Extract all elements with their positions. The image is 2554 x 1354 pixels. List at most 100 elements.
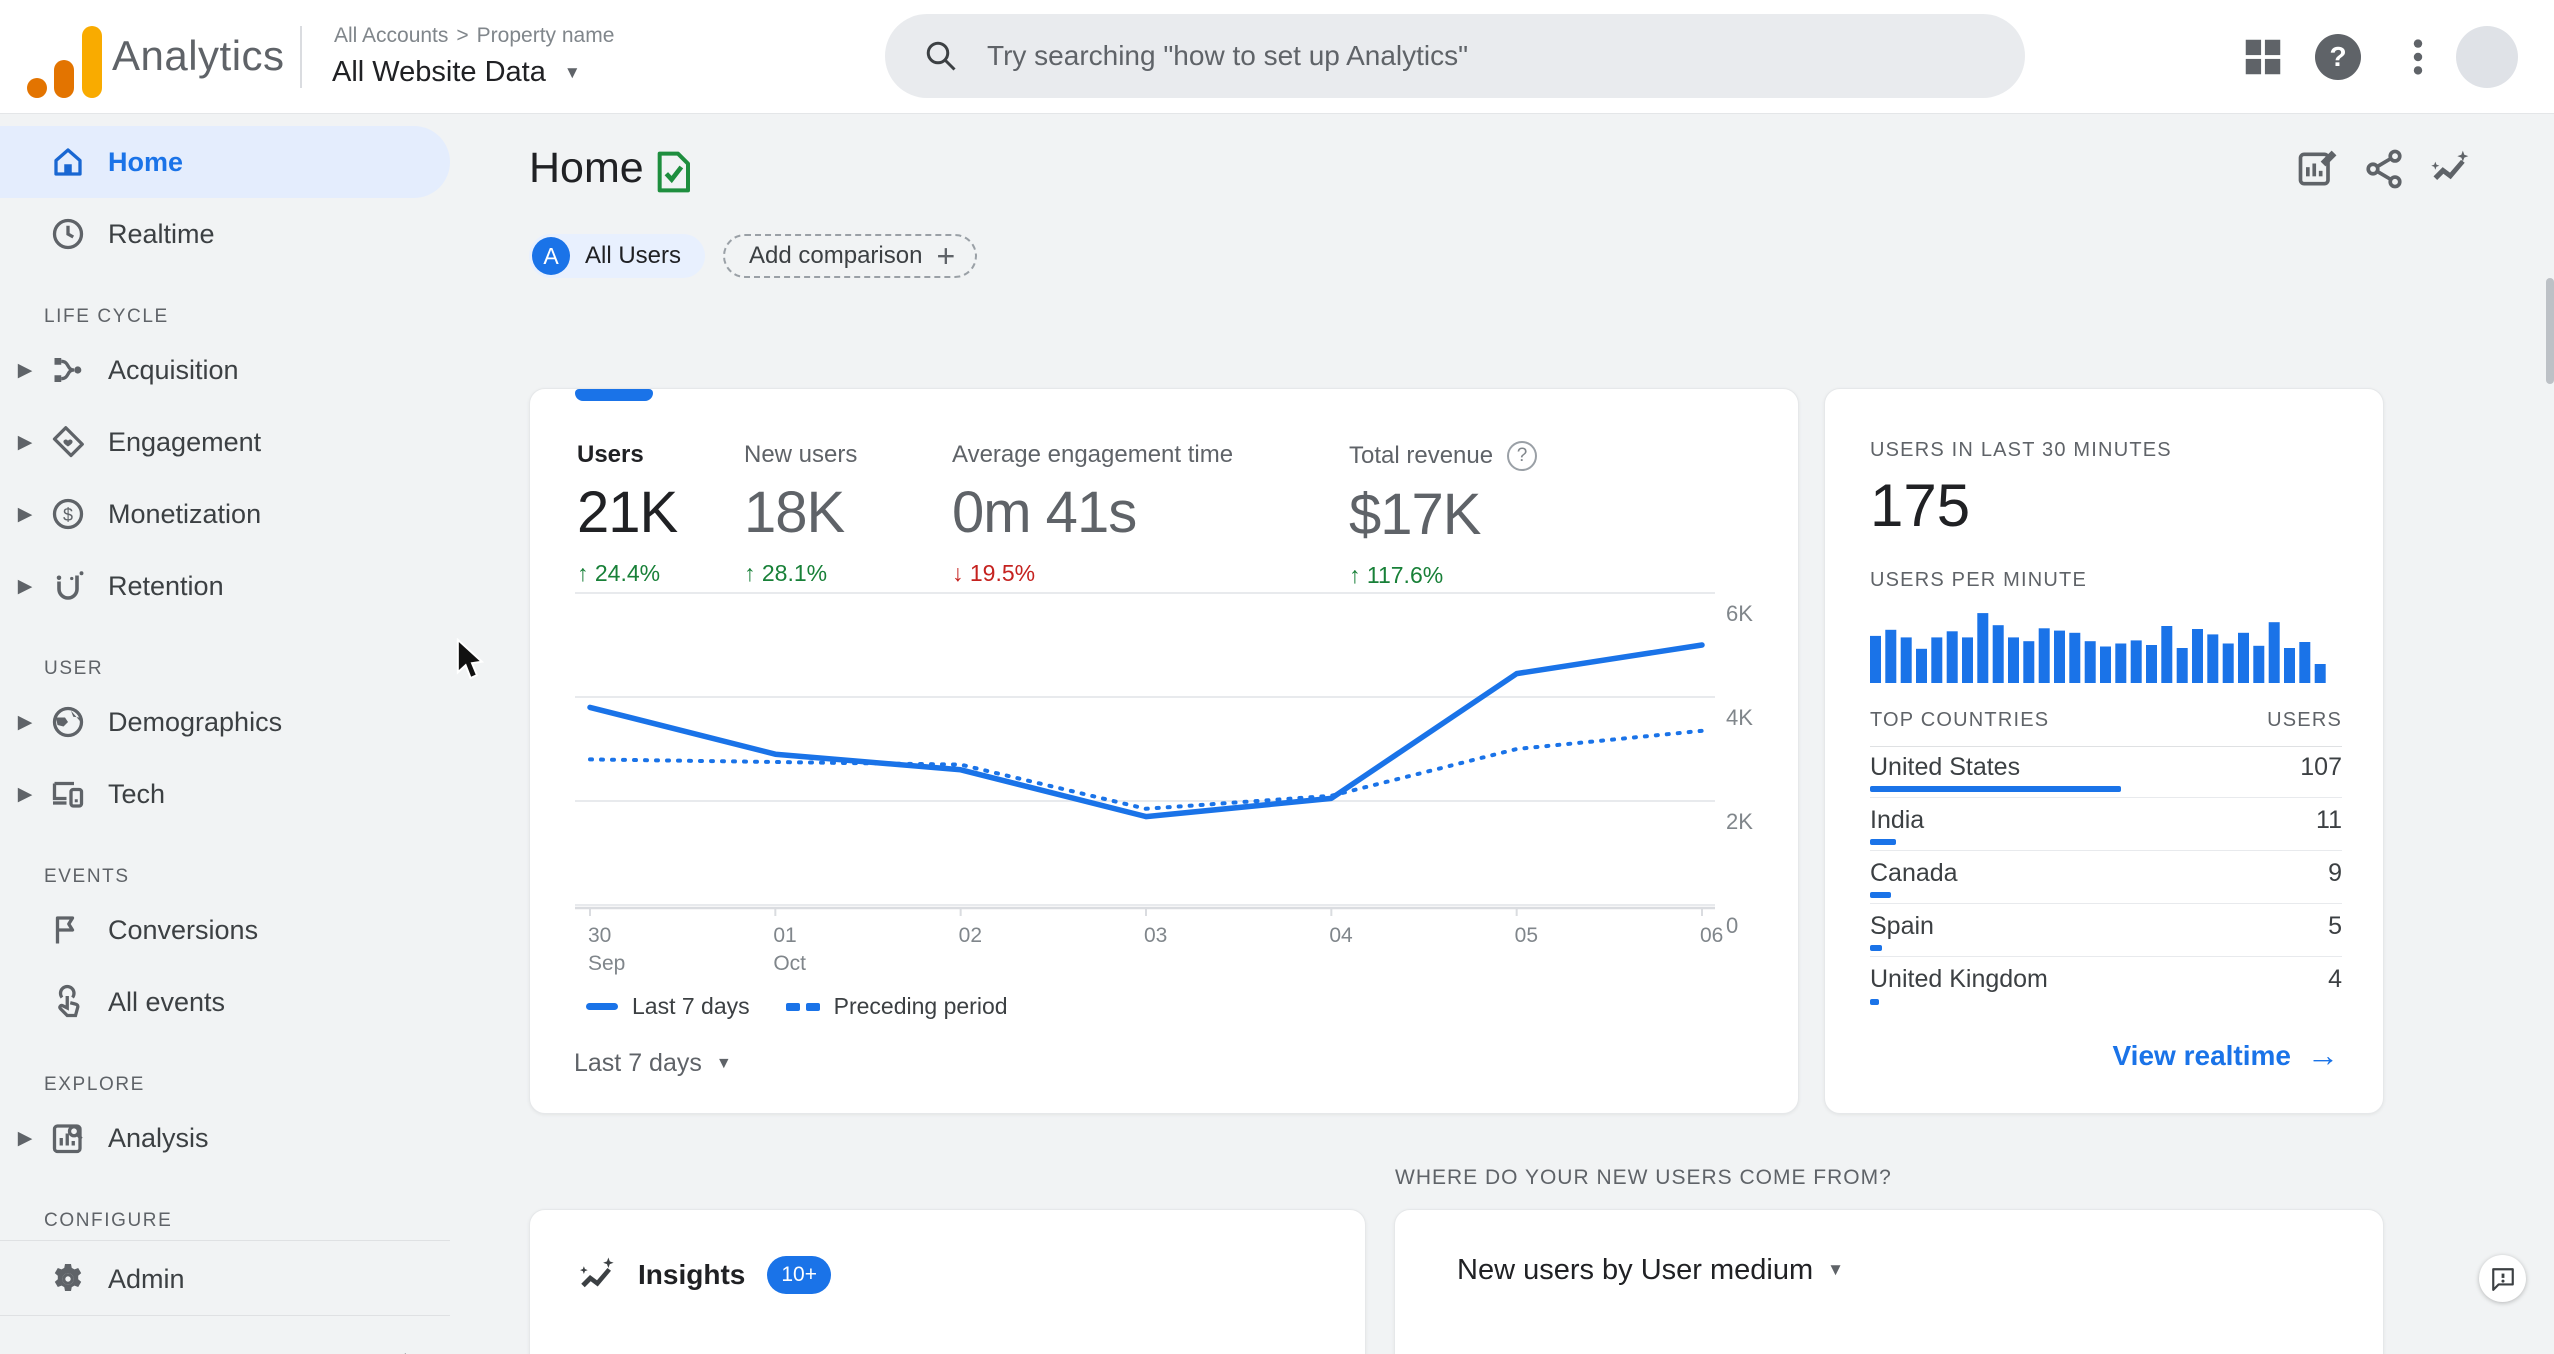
users-line-chart: 6K 4K 2K 0 30 Sep 01 Oct 02 03 04 05 06 <box>575 592 1753 975</box>
help-circle-icon[interactable]: ? <box>1507 441 1538 471</box>
sidebar-item-conversions[interactable]: Conversions <box>0 894 450 966</box>
more-vertical-icon[interactable] <box>2395 34 2441 80</box>
sidebar-item-analysis[interactable]: ▶ Analysis <box>0 1102 450 1174</box>
sidebar-item-label: Tech <box>108 778 166 809</box>
sidebar-item-label: Demographics <box>108 706 283 737</box>
verified-doc-icon <box>653 150 693 194</box>
new-users-title: New users by User medium <box>1457 1254 1814 1286</box>
svg-text:2K: 2K <box>1726 809 1753 834</box>
touch-icon <box>50 984 86 1020</box>
customize-report-icon[interactable] <box>2295 147 2339 191</box>
metric-tab-total-revenue[interactable]: Total revenue? $17K ↑ 117.6% <box>1349 441 1538 589</box>
breadcrumb[interactable]: All Accounts > Property name <box>334 24 614 48</box>
search-bar[interactable]: Try searching "how to set up Analytics" <box>885 14 2025 98</box>
metric-delta: ↓ 19.5% <box>952 560 1036 586</box>
apps-grid-icon[interactable] <box>2240 34 2286 80</box>
metric-tab-users[interactable]: Users 21K ↑ 24.4% <box>577 441 678 587</box>
sidebar-item-label: All events <box>108 986 226 1017</box>
all-users-chip-label: All Users <box>585 242 682 269</box>
property-selector-label: All Website Data <box>332 56 546 88</box>
view-realtime-label: View realtime <box>2112 1039 2291 1071</box>
legend-label: Last 7 days <box>632 993 750 1019</box>
insights-count-badge[interactable]: 10+ <box>767 1256 831 1294</box>
expand-caret-icon[interactable]: ▶ <box>14 1127 36 1150</box>
sidebar-section-explore: EXPLORE <box>44 1074 145 1095</box>
svg-text:0: 0 <box>1726 913 1738 938</box>
new-users-card: New users by User medium ▼ <box>1394 1209 2384 1354</box>
svg-text:Oct: Oct <box>773 952 806 975</box>
add-comparison-chip[interactable]: Add comparison + <box>723 234 978 278</box>
insights-sparkle-icon <box>580 1257 614 1288</box>
sidebar-item-label: Acquisition <box>108 354 239 385</box>
svg-text:06: 06 <box>1700 924 1723 947</box>
sidebar-item-engagement[interactable]: ▶ Engagement <box>0 406 450 478</box>
overview-card: Users 21K ↑ 24.4% New users 18K ↑ 28.1% Averag… <box>529 388 1799 1114</box>
flag-icon <box>50 912 86 948</box>
gear-icon <box>50 1261 86 1297</box>
metric-delta: ↑ 28.1% <box>744 560 828 586</box>
metric-value: $17K <box>1349 482 1481 547</box>
page-scrollbar[interactable] <box>2546 278 2554 384</box>
expand-caret-icon[interactable]: ▶ <box>14 783 36 806</box>
insights-title: Insights <box>638 1259 746 1290</box>
share-icon[interactable] <box>2362 147 2406 191</box>
metric-label: Users <box>577 441 644 468</box>
sidebar-section-events: EVENTS <box>44 866 130 887</box>
header-divider <box>300 26 302 88</box>
sidebar-item-tech[interactable]: ▶ Tech <box>0 758 450 830</box>
country-name: Canada <box>1870 859 1958 887</box>
country-bar <box>1870 945 1882 951</box>
sidebar-item-label: Conversions <box>108 914 259 945</box>
svg-text:05: 05 <box>1515 924 1538 947</box>
chevron-down-icon: ▼ <box>715 1055 732 1072</box>
collapse-sidebar-icon[interactable]: ← <box>395 1336 425 1354</box>
expand-caret-icon[interactable]: ▶ <box>14 431 36 454</box>
sidebar-item-acquisition[interactable]: ▶ Acquisition <box>0 334 450 406</box>
top-countries-label: TOP COUNTRIES <box>1870 709 2050 731</box>
feedback-button[interactable] <box>2479 1255 2526 1302</box>
sidebar-divider <box>0 1240 450 1241</box>
avatar[interactable] <box>2456 26 2518 88</box>
country-name: United States <box>1870 753 2021 781</box>
new-users-dimension-selector[interactable]: New users by User medium ▼ <box>1457 1254 1844 1287</box>
property-selector[interactable]: All Website Data ▼ <box>332 56 581 89</box>
help-icon[interactable]: ? <box>2315 34 2361 80</box>
view-realtime-link[interactable]: View realtime → <box>2113 1037 2339 1074</box>
sidebar-item-label: Monetization <box>108 498 262 529</box>
search-input[interactable]: Try searching "how to set up Analytics" <box>987 40 1468 72</box>
comparison-chips: A All Users Add comparison + <box>529 234 978 278</box>
svg-text:$: $ <box>63 505 73 525</box>
sidebar-item-all-events[interactable]: All events <box>0 966 450 1038</box>
sidebar-item-realtime[interactable]: Realtime <box>0 198 450 270</box>
country-row: United States 107 <box>1870 745 2342 798</box>
metric-label: Average engagement time <box>952 441 1234 468</box>
sidebar-item-demographics[interactable]: ▶ Demographics <box>0 686 450 758</box>
svg-text:03: 03 <box>1144 924 1167 947</box>
expand-caret-icon[interactable]: ▶ <box>14 359 36 382</box>
expand-caret-icon[interactable]: ▶ <box>14 503 36 526</box>
sidebar-item-home[interactable]: Home <box>0 126 450 198</box>
engagement-icon <box>50 424 86 460</box>
sidebar-item-admin[interactable]: Admin <box>0 1243 450 1315</box>
sidebar-item-retention[interactable]: ▶ Retention <box>0 550 450 622</box>
date-range-label: Last 7 days <box>574 1049 702 1077</box>
feedback-icon <box>2491 1267 2514 1291</box>
country-users: 5 <box>2328 912 2342 940</box>
country-bar <box>1870 839 1896 845</box>
metric-delta: ↑ 24.4% <box>577 560 661 586</box>
chevron-down-icon: ▼ <box>563 63 581 82</box>
metric-tab-average-engagement-time[interactable]: Average engagement time 0m 41s ↓ 19.5% <box>952 441 1233 587</box>
new-users-question-label: WHERE DO YOUR NEW USERS COME FROM? <box>1395 1166 1892 1189</box>
metric-value: 21K <box>577 480 678 545</box>
breadcrumb-property[interactable]: Property name <box>477 24 615 47</box>
sidebar-item-label: Realtime <box>108 218 215 249</box>
date-range-selector[interactable]: Last 7 days ▼ <box>574 1049 732 1078</box>
expand-caret-icon[interactable]: ▶ <box>14 575 36 598</box>
insights-icon[interactable] <box>2428 147 2472 191</box>
metric-tab-new-users[interactable]: New users 18K ↑ 28.1% <box>744 441 857 587</box>
breadcrumb-accounts[interactable]: All Accounts <box>334 24 448 47</box>
expand-caret-icon[interactable]: ▶ <box>14 711 36 734</box>
sidebar-item-monetization[interactable]: ▶ $ Monetization <box>0 478 450 550</box>
users-30min-label: USERS IN LAST 30 MINUTES <box>1870 439 2172 461</box>
all-users-chip[interactable]: A All Users <box>529 234 706 278</box>
